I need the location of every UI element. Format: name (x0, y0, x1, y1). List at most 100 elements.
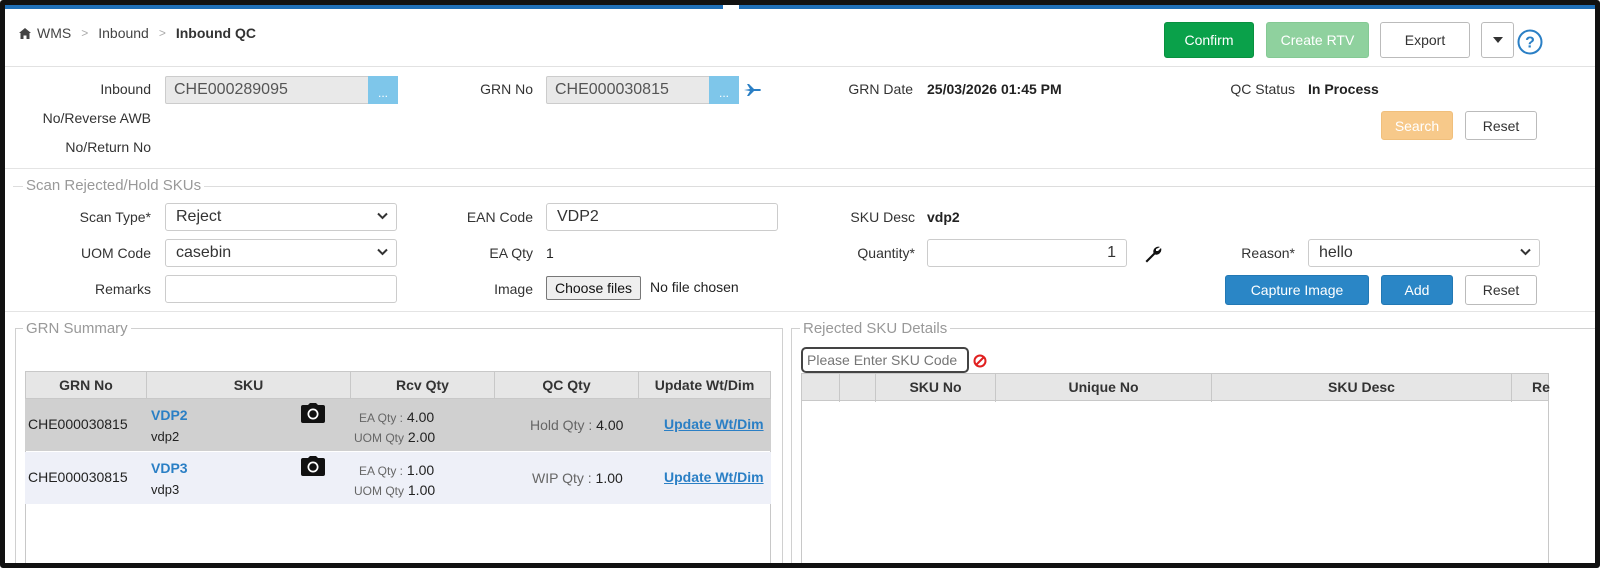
sku-link[interactable]: VDP3 (151, 460, 188, 476)
reason-select[interactable]: hello (1308, 239, 1540, 267)
section-divider (5, 311, 1595, 312)
search-button[interactable]: Search (1381, 111, 1453, 140)
column-header[interactable]: GRN No (26, 372, 147, 400)
breadcrumb-inbound[interactable]: Inbound (98, 25, 149, 41)
scan-reset-button[interactable]: Reset (1465, 275, 1537, 305)
help-icon[interactable]: ? (1517, 29, 1543, 55)
column-header[interactable]: Unique No (996, 374, 1212, 402)
ea-qty-value: 1 (546, 245, 554, 261)
remarks-input[interactable] (165, 275, 397, 303)
uom-qty-value: 2.00 (407, 429, 436, 445)
qc-qty-cell: Hold Qty : 4.00 (530, 417, 623, 433)
ea-qty-label: EA Qty : (359, 411, 404, 425)
home-icon (19, 27, 31, 39)
sku-desc-value: vdp2 (927, 209, 960, 225)
grn-no-cell: CHE000030815 (28, 469, 128, 485)
inbound-lookup-button[interactable]: ... (368, 76, 398, 104)
breadcrumb-separator: > (158, 26, 166, 40)
select-column-header[interactable] (802, 374, 840, 402)
column-header[interactable]: Update Wt/Dim (639, 372, 770, 400)
confirm-button[interactable]: Confirm (1164, 22, 1254, 58)
rejected-sku-legend: Rejected SKU Details (800, 320, 951, 337)
grn-no-label: GRN No (480, 81, 533, 97)
qc-status-label: QC Status (1230, 81, 1295, 97)
column-header[interactable]: QC Qty (495, 372, 639, 400)
column-header[interactable]: SKU Desc (1212, 374, 1512, 402)
more-actions-dropdown[interactable] (1481, 22, 1514, 58)
uom-qty-label: UOM Qty (354, 484, 404, 498)
create-rtv-button[interactable]: Create RTV (1266, 22, 1369, 58)
column-header[interactable]: Rcv Qty (351, 372, 495, 400)
ea-qty-value: 4.00 (406, 409, 435, 425)
sku-desc-label: SKU Desc (850, 209, 915, 225)
grn-date-value: 25/03/2026 01:45 PM (927, 81, 1062, 97)
chevron-down-icon (377, 212, 388, 220)
app-window: WMS > Inbound > Inbound QC Confirm Creat… (0, 0, 1600, 568)
breadcrumb-current: Inbound QC (175, 25, 256, 41)
ea-qty-cell: EA Qty : 1.00 (359, 462, 434, 478)
update-wt-dim-link[interactable]: Update Wt/Dim (664, 469, 764, 485)
update-wt-dim-link[interactable]: Update Wt/Dim (664, 416, 764, 432)
svg-text:?: ? (1525, 35, 1535, 52)
add-button[interactable]: Add (1381, 275, 1453, 305)
quantity-input[interactable]: 1 (927, 239, 1127, 267)
clear-filter-icon[interactable] (973, 354, 987, 368)
page-header: WMS > Inbound > Inbound QC Confirm Creat… (5, 9, 1595, 67)
scan-type-value: Reject (176, 208, 222, 225)
sku-desc-cell: vdp2 (151, 429, 180, 444)
camera-icon[interactable] (301, 456, 325, 476)
uom-qty-cell: UOM Qty 1.00 (354, 482, 435, 498)
qc-qty-label: Hold Qty : (530, 417, 593, 433)
export-button[interactable]: Export (1380, 22, 1470, 58)
breadcrumb-home[interactable]: WMS (37, 25, 71, 41)
column-header[interactable]: Re (1512, 374, 1550, 402)
column-header[interactable]: SKU No (876, 374, 996, 402)
sku-code-search-input[interactable] (801, 347, 969, 373)
top-reset-button[interactable]: Reset (1465, 111, 1537, 140)
fieldset-border (13, 186, 1595, 187)
scan-section-legend: Scan Rejected/Hold SKUs (23, 177, 205, 194)
grn-no-cell: CHE000030815 (28, 416, 128, 432)
ea-qty-cell: EA Qty : 4.00 (359, 409, 434, 425)
inbound-label-line2: No/Reverse AWB (42, 110, 151, 126)
quantity-label: Quantity* (857, 245, 915, 261)
wrench-icon[interactable] (1144, 245, 1162, 263)
grn-summary-table-header: GRN No SKU Rcv Qty QC Qty Update Wt/Dim (25, 371, 771, 400)
choose-files-button[interactable]: Choose files (546, 276, 642, 300)
scan-type-select[interactable]: Reject (165, 203, 397, 231)
reason-label: Reason* (1241, 245, 1295, 261)
qc-qty-cell: WIP Qty : 1.00 (532, 470, 623, 486)
rejected-sku-table-header: SKU No Unique No SKU Desc Re (801, 373, 1550, 402)
table-row[interactable]: CHE000030815 VDP2 vdp2 EA Qty : 4.00 UOM… (25, 399, 771, 451)
uom-qty-label: UOM Qty (354, 431, 404, 445)
no-file-chosen-text: No file chosen (650, 279, 739, 295)
breadcrumb: WMS > Inbound > Inbound QC (19, 25, 256, 41)
chevron-down-icon (377, 248, 388, 256)
ean-code-label: EAN Code (466, 209, 533, 225)
sku-link[interactable]: VDP2 (151, 407, 188, 423)
table-row[interactable]: CHE000030815 VDP3 vdp3 EA Qty : 1.00 UOM… (25, 452, 771, 504)
ea-qty-label: EA Qty : (359, 464, 404, 478)
breadcrumb-separator: > (81, 26, 89, 40)
action-column-header[interactable] (840, 374, 876, 402)
qc-qty-value: 4.00 (596, 417, 624, 433)
inbound-label-line3: No/Return No (65, 139, 151, 155)
uom-qty-value: 1.00 (407, 482, 436, 498)
inbound-no-input[interactable]: CHE000289095 (165, 76, 369, 104)
grn-date-label: GRN Date (848, 81, 913, 97)
uom-code-label: UOM Code (80, 245, 151, 261)
grn-lookup-button[interactable]: ... (709, 76, 739, 104)
uom-code-select[interactable]: casebin (165, 239, 397, 267)
remarks-label: Remarks (94, 281, 151, 297)
section-divider (5, 168, 1595, 169)
reason-value: hello (1319, 244, 1353, 261)
ean-code-input[interactable]: VDP2 (546, 203, 778, 231)
sku-desc-cell: vdp3 (151, 482, 180, 497)
grn-summary-legend: GRN Summary (23, 320, 131, 337)
grn-no-input[interactable]: CHE000030815 (546, 76, 710, 104)
uom-qty-cell: UOM Qty 2.00 (354, 429, 435, 445)
column-header[interactable]: SKU (147, 372, 351, 400)
plane-icon[interactable] (744, 84, 762, 96)
capture-image-button[interactable]: Capture Image (1225, 275, 1369, 305)
camera-icon[interactable] (301, 403, 325, 423)
